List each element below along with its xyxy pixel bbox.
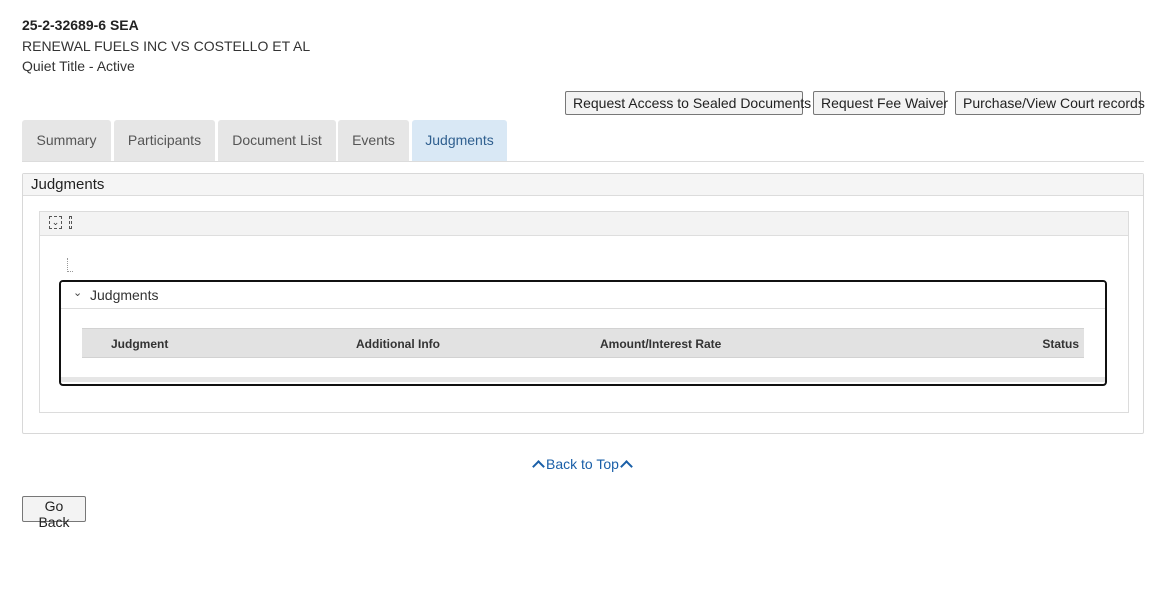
- caret-up-icon: [620, 460, 633, 473]
- request-sealed-documents-button[interactable]: Request Access to Sealed Documents: [565, 91, 811, 115]
- judgments-table-header: Judgment Additional Info Amount/Interest…: [82, 328, 1084, 358]
- column-amount-interest-rate[interactable]: Amount/Interest Rate: [600, 337, 721, 351]
- column-judgment[interactable]: Judgment: [111, 337, 168, 351]
- request-fee-waiver-button[interactable]: Request Fee Waiver: [813, 91, 948, 115]
- judgments-section: ⌄ Judgments Judgment Additional Info Amo…: [59, 280, 1107, 386]
- case-number: 25-2-32689-6 SEA: [22, 17, 139, 33]
- back-to-top-label: Back to Top: [546, 456, 619, 472]
- inner-toolbar: ⌄: [40, 212, 1128, 236]
- column-additional-info[interactable]: Additional Info: [356, 337, 440, 351]
- tree-connector: [67, 258, 73, 272]
- go-back-button[interactable]: Go Back: [22, 496, 86, 530]
- tab-events[interactable]: Events: [338, 120, 409, 161]
- column-status[interactable]: Status: [1042, 337, 1079, 351]
- judgments-section-header[interactable]: ⌄ Judgments: [61, 282, 1105, 309]
- judgments-section-title: Judgments: [90, 287, 159, 303]
- tab-summary[interactable]: Summary: [22, 120, 111, 161]
- tab-document-list[interactable]: Document List: [218, 120, 336, 161]
- tab-participants[interactable]: Participants: [114, 120, 215, 161]
- chevron-down-icon[interactable]: ⌄: [73, 286, 82, 299]
- drag-handle-icon[interactable]: [69, 216, 72, 229]
- tab-judgments[interactable]: Judgments: [412, 120, 507, 161]
- purchase-court-records-button[interactable]: Purchase/View Court records: [955, 91, 1145, 115]
- tab-divider: [22, 161, 1144, 162]
- table-footer: [61, 377, 1105, 382]
- collapse-icon[interactable]: ⌄: [49, 216, 62, 229]
- case-title: RENEWAL FUELS INC VS COSTELLO ET AL: [22, 38, 311, 54]
- case-type-status: Quiet Title - Active: [22, 58, 135, 74]
- panel-title: Judgments: [23, 174, 1143, 196]
- back-to-top-link[interactable]: Back to Top: [531, 456, 634, 473]
- caret-up-icon: [532, 460, 545, 473]
